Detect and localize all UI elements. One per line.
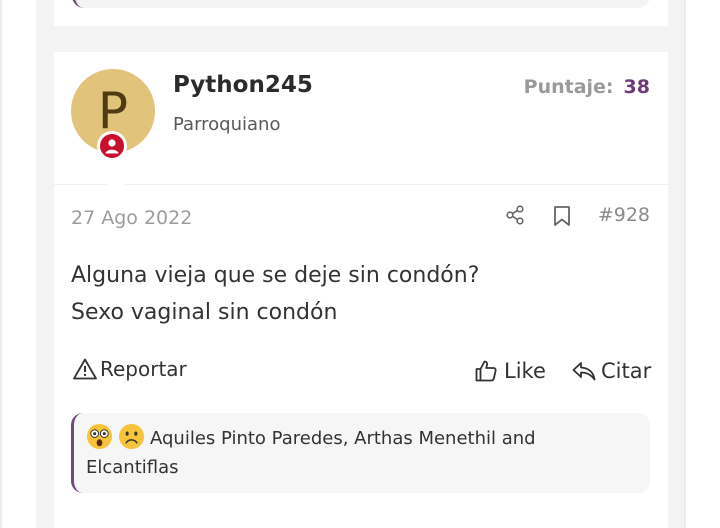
like-button[interactable]: Like [474,357,546,385]
user-title: Parroquiano [173,114,281,135]
post-card: P Python245 Parroquiano Puntaje: 38 27 Ag… [54,52,668,528]
reaction-users[interactable]: Aquiles Pinto Paredes, Arthas Menethil a… [86,428,536,478]
page-right-border [684,0,686,528]
post-date[interactable]: 27 Ago 2022 [71,207,192,229]
post-number-link[interactable]: #928 [598,204,650,226]
online-status-badge [97,131,127,161]
reactions-summary[interactable]: Aquiles Pinto Paredes, Arthas Menethil a… [71,413,650,493]
score-label: Puntaje: [523,76,614,98]
post-content-line: Alguna vieja que se deje sin condón? [71,263,480,288]
frowning-emoji-icon [118,423,145,450]
header-pointer [106,183,126,193]
report-label: Reportar [100,357,187,381]
astonished-emoji-icon [86,423,113,450]
post-content: Alguna vieja que se deje sin condón? Sex… [71,257,479,331]
post-content-line: Sexo vaginal sin condón [71,300,338,325]
score-value: 38 [623,76,650,98]
user-score: Puntaje: 38 [524,76,650,98]
report-button[interactable]: Reportar [72,355,187,383]
user-badge-icon [100,134,124,158]
reactions-text: Aquiles Pinto Paredes, Arthas Menethil a… [86,423,626,482]
thumbs-up-icon [475,360,497,382]
quote-button[interactable]: Citar [571,357,651,385]
share-icon[interactable] [504,204,526,226]
page-left-border [0,0,2,528]
quote-label: Citar [601,359,652,383]
previous-post-reactions [72,0,650,8]
warning-icon [73,358,97,380]
post-header: P Python245 Parroquiano Puntaje: 38 [54,52,668,185]
bookmark-icon[interactable] [552,205,572,227]
like-label: Like [504,359,546,383]
username[interactable]: Python245 [173,72,313,98]
reply-arrow-icon [572,362,596,381]
